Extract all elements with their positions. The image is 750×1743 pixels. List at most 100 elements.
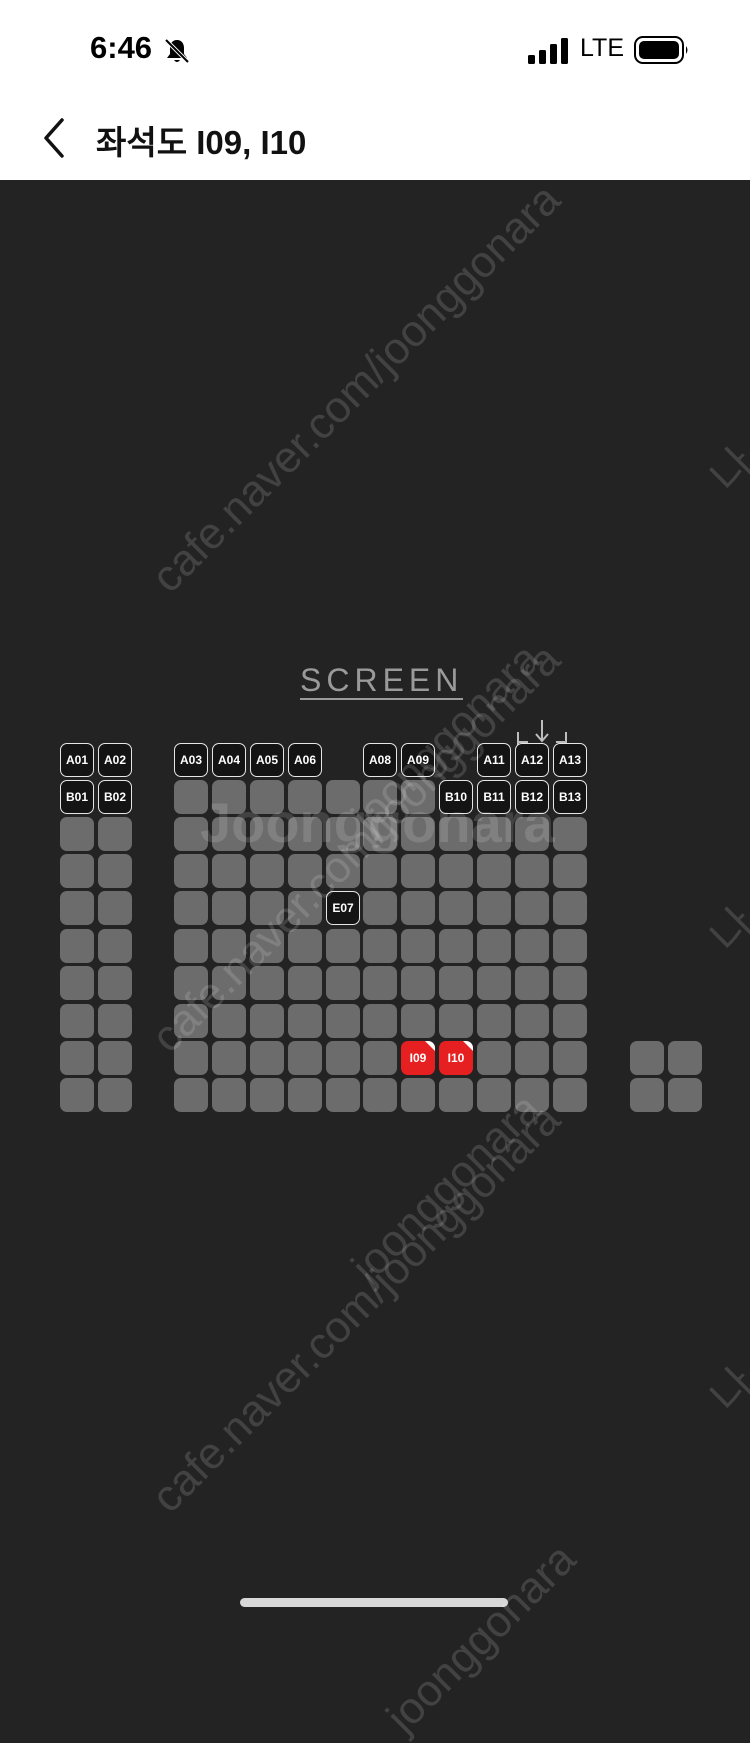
seat-d05[interactable] xyxy=(250,854,284,888)
seat-b09[interactable] xyxy=(401,780,435,814)
seat-b03[interactable] xyxy=(174,780,208,814)
seat-f06[interactable] xyxy=(288,929,322,963)
seat-d02[interactable] xyxy=(98,854,132,888)
seat-g13[interactable] xyxy=(553,966,587,1000)
seat-i10[interactable]: I10 xyxy=(439,1041,473,1075)
seat-d08[interactable] xyxy=(363,854,397,888)
seat-a05[interactable]: A05 xyxy=(250,743,284,777)
seat-a04[interactable]: A04 xyxy=(212,743,246,777)
seat-f13[interactable] xyxy=(553,929,587,963)
seat-a06[interactable]: A06 xyxy=(288,743,322,777)
seat-b13[interactable]: B13 xyxy=(553,780,587,814)
seat-j03[interactable] xyxy=(174,1078,208,1112)
seat-g08[interactable] xyxy=(363,966,397,1000)
seat-a08[interactable]: A08 xyxy=(363,743,397,777)
seat-e02[interactable] xyxy=(98,891,132,925)
seat-f01[interactable] xyxy=(60,929,94,963)
seat-e11[interactable] xyxy=(477,891,511,925)
seat-h01[interactable] xyxy=(60,1004,94,1038)
seat-i07[interactable] xyxy=(326,1041,360,1075)
seat-d06[interactable] xyxy=(288,854,322,888)
back-chevron-icon[interactable] xyxy=(38,114,72,162)
seat-c07[interactable] xyxy=(326,817,360,851)
seat-e05[interactable] xyxy=(250,891,284,925)
seat-g06[interactable] xyxy=(288,966,322,1000)
seat-a13[interactable]: A13 xyxy=(553,743,587,777)
seat-h06[interactable] xyxy=(288,1004,322,1038)
seat-e08[interactable] xyxy=(363,891,397,925)
seat-i11[interactable] xyxy=(477,1041,511,1075)
seat-h04[interactable] xyxy=(212,1004,246,1038)
seat-g09[interactable] xyxy=(401,966,435,1000)
seat-g12[interactable] xyxy=(515,966,549,1000)
seat-a03[interactable]: A03 xyxy=(174,743,208,777)
seat-b01[interactable]: B01 xyxy=(60,780,94,814)
seat-j15[interactable] xyxy=(668,1078,702,1112)
seat-c06[interactable] xyxy=(288,817,322,851)
seat-h08[interactable] xyxy=(363,1004,397,1038)
seat-d09[interactable] xyxy=(401,854,435,888)
seat-c05[interactable] xyxy=(250,817,284,851)
seat-j01[interactable] xyxy=(60,1078,94,1112)
seat-c03[interactable] xyxy=(174,817,208,851)
seat-f12[interactable] xyxy=(515,929,549,963)
seat-e09[interactable] xyxy=(401,891,435,925)
seat-c08[interactable] xyxy=(363,817,397,851)
seat-f09[interactable] xyxy=(401,929,435,963)
seat-h03[interactable] xyxy=(174,1004,208,1038)
seat-e12[interactable] xyxy=(515,891,549,925)
seat-j08[interactable] xyxy=(363,1078,397,1112)
seat-i04[interactable] xyxy=(212,1041,246,1075)
seat-f07[interactable] xyxy=(326,929,360,963)
seat-i02[interactable] xyxy=(98,1041,132,1075)
seat-c11[interactable] xyxy=(477,817,511,851)
seat-e01[interactable] xyxy=(60,891,94,925)
seat-j05[interactable] xyxy=(250,1078,284,1112)
seat-g11[interactable] xyxy=(477,966,511,1000)
seat-c13[interactable] xyxy=(553,817,587,851)
seat-h12[interactable] xyxy=(515,1004,549,1038)
seat-a11[interactable]: A11 xyxy=(477,743,511,777)
seat-j04[interactable] xyxy=(212,1078,246,1112)
seat-i08[interactable] xyxy=(363,1041,397,1075)
seat-j11[interactable] xyxy=(477,1078,511,1112)
seat-a12[interactable]: A12 xyxy=(515,743,549,777)
seat-e03[interactable] xyxy=(174,891,208,925)
seat-e06[interactable] xyxy=(288,891,322,925)
seat-b12[interactable]: B12 xyxy=(515,780,549,814)
seat-j12[interactable] xyxy=(515,1078,549,1112)
seat-g01[interactable] xyxy=(60,966,94,1000)
seat-j07[interactable] xyxy=(326,1078,360,1112)
seat-f05[interactable] xyxy=(250,929,284,963)
seat-f10[interactable] xyxy=(439,929,473,963)
seat-c10[interactable] xyxy=(439,817,473,851)
seat-b05[interactable] xyxy=(250,780,284,814)
seat-h09[interactable] xyxy=(401,1004,435,1038)
seat-c12[interactable] xyxy=(515,817,549,851)
seat-i01[interactable] xyxy=(60,1041,94,1075)
seat-j13[interactable] xyxy=(553,1078,587,1112)
seat-f04[interactable] xyxy=(212,929,246,963)
seat-i03[interactable] xyxy=(174,1041,208,1075)
seat-j09[interactable] xyxy=(401,1078,435,1112)
seat-i15[interactable] xyxy=(668,1041,702,1075)
seat-c09[interactable] xyxy=(401,817,435,851)
seat-d10[interactable] xyxy=(439,854,473,888)
seat-g10[interactable] xyxy=(439,966,473,1000)
seat-c02[interactable] xyxy=(98,817,132,851)
seat-b07[interactable] xyxy=(326,780,360,814)
seat-e07[interactable]: E07 xyxy=(326,891,360,925)
seat-b11[interactable]: B11 xyxy=(477,780,511,814)
seat-d12[interactable] xyxy=(515,854,549,888)
seat-b02[interactable]: B02 xyxy=(98,780,132,814)
seat-e04[interactable] xyxy=(212,891,246,925)
seat-f03[interactable] xyxy=(174,929,208,963)
seat-g04[interactable] xyxy=(212,966,246,1000)
seat-c04[interactable] xyxy=(212,817,246,851)
seat-d04[interactable] xyxy=(212,854,246,888)
seat-j06[interactable] xyxy=(288,1078,322,1112)
seat-i09[interactable]: I09 xyxy=(401,1041,435,1075)
seat-b04[interactable] xyxy=(212,780,246,814)
seat-h05[interactable] xyxy=(250,1004,284,1038)
seat-d07[interactable] xyxy=(326,854,360,888)
